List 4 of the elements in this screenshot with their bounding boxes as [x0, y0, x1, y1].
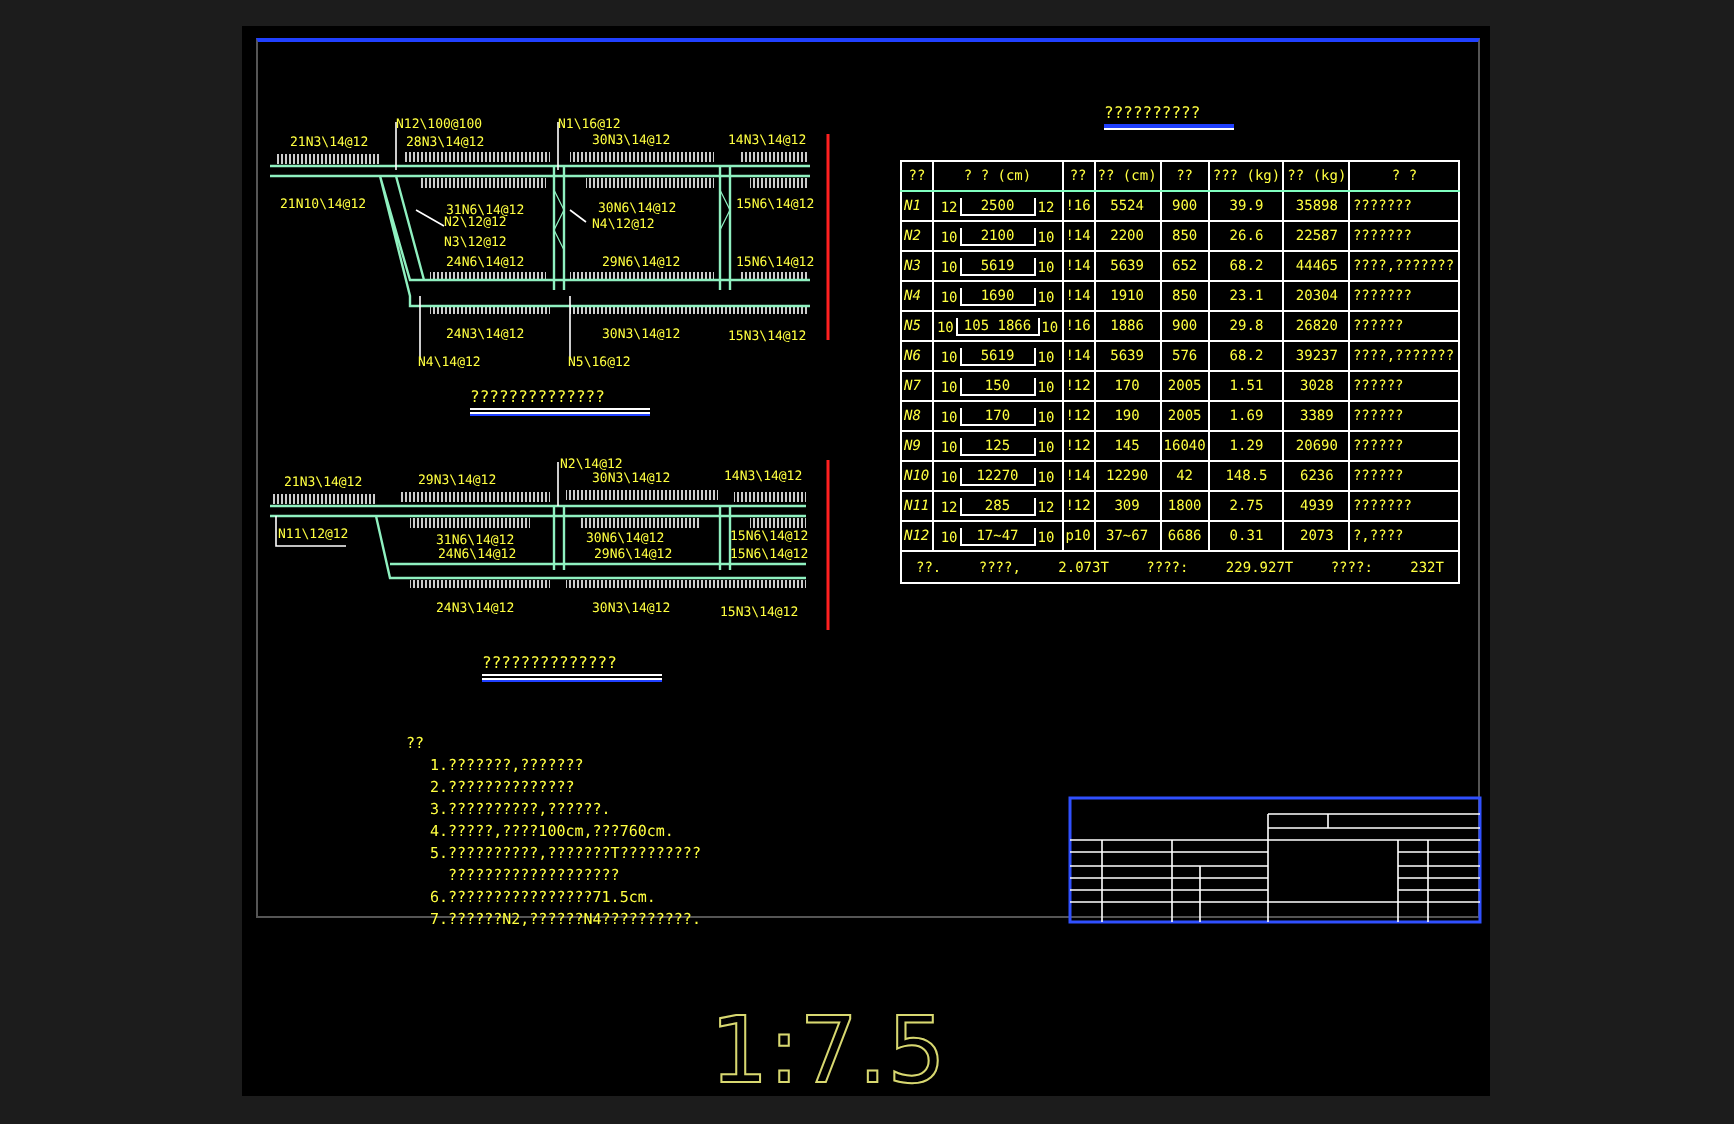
section-title: ?????????????? — [470, 388, 650, 414]
scale-text: 1:7.5 — [710, 996, 946, 1104]
section-title: ?????????????? — [482, 654, 662, 680]
table-title: ?????????? — [1104, 104, 1234, 130]
